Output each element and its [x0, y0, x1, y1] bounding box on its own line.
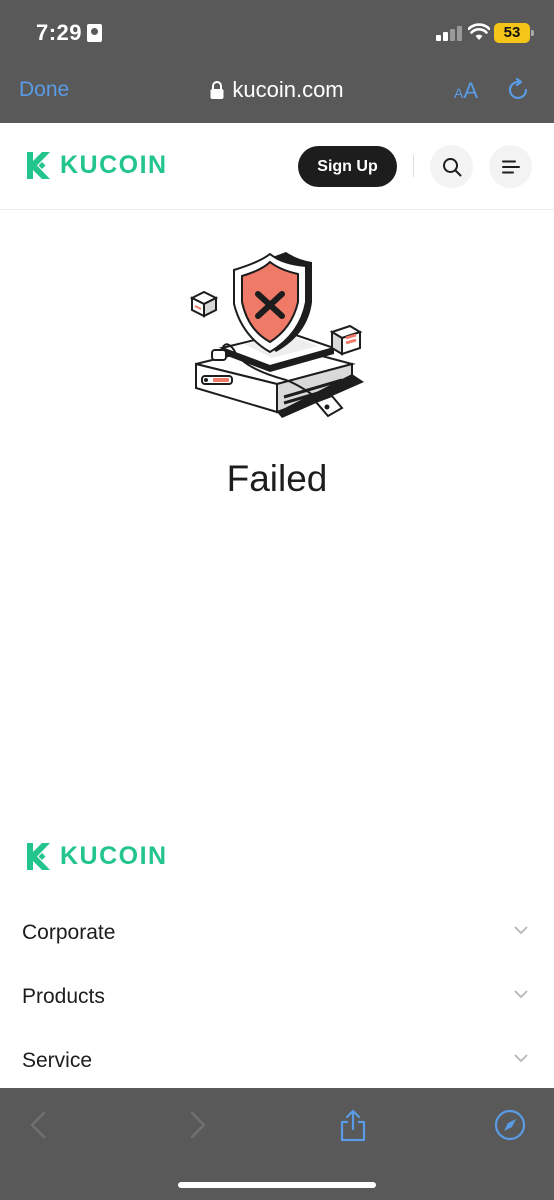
share-icon[interactable] [336, 1108, 370, 1142]
sign-up-button[interactable]: Sign Up [298, 146, 397, 187]
text-size-small-label: A [454, 85, 464, 101]
footer-kucoin-logo[interactable]: KUCOIN [23, 841, 168, 872]
status-title: Failed [226, 458, 328, 499]
footer-section-service[interactable]: Service [0, 1041, 554, 1081]
browser-nav-bar: Done kucoin.com AA [0, 66, 554, 123]
chevron-down-icon [514, 926, 528, 935]
lock-icon [210, 81, 224, 99]
kucoin-logo-icon [27, 843, 50, 870]
back-icon[interactable] [22, 1108, 56, 1142]
forward-icon[interactable] [180, 1108, 214, 1142]
url-text: kucoin.com [232, 77, 344, 102]
id-card-icon [87, 24, 102, 42]
text-size-button[interactable]: AA [454, 78, 478, 104]
brand-name: KUCOIN [60, 151, 168, 179]
kucoin-logo[interactable]: KUCOIN [23, 150, 168, 181]
reload-icon[interactable] [507, 78, 531, 102]
menu-icon [501, 160, 520, 173]
menu-button[interactable] [489, 145, 532, 188]
battery-icon: 53 [494, 23, 534, 43]
search-icon [442, 157, 461, 176]
wifi-icon [468, 23, 490, 40]
kucoin-logo-icon [27, 152, 50, 179]
footer-section-corporate[interactable]: Corporate [0, 913, 554, 953]
compass-icon[interactable] [493, 1108, 527, 1142]
footer-section-label: Service [22, 1049, 93, 1072]
site-header: KUCOIN Sign Up [0, 123, 554, 210]
browser-top-chrome: 7:29 53 Done kucoin.com AA [0, 0, 554, 123]
text-size-big-label: A [463, 78, 479, 103]
footer-brand-name: KUCOIN [60, 842, 168, 870]
cellular-signal-icon [436, 25, 462, 41]
search-button[interactable] [430, 145, 473, 188]
home-indicator [178, 1182, 376, 1188]
status-bar: 7:29 53 [0, 0, 554, 66]
status-time: 7:29 [36, 20, 83, 45]
security-failed-shield-illustration [189, 252, 364, 418]
chevron-down-icon [514, 990, 528, 999]
footer-section-label: Corporate [22, 921, 116, 944]
chevron-down-icon [514, 1054, 528, 1063]
footer-section-products[interactable]: Products [0, 977, 554, 1017]
header-divider [413, 155, 414, 177]
footer-section-label: Products [22, 985, 105, 1008]
